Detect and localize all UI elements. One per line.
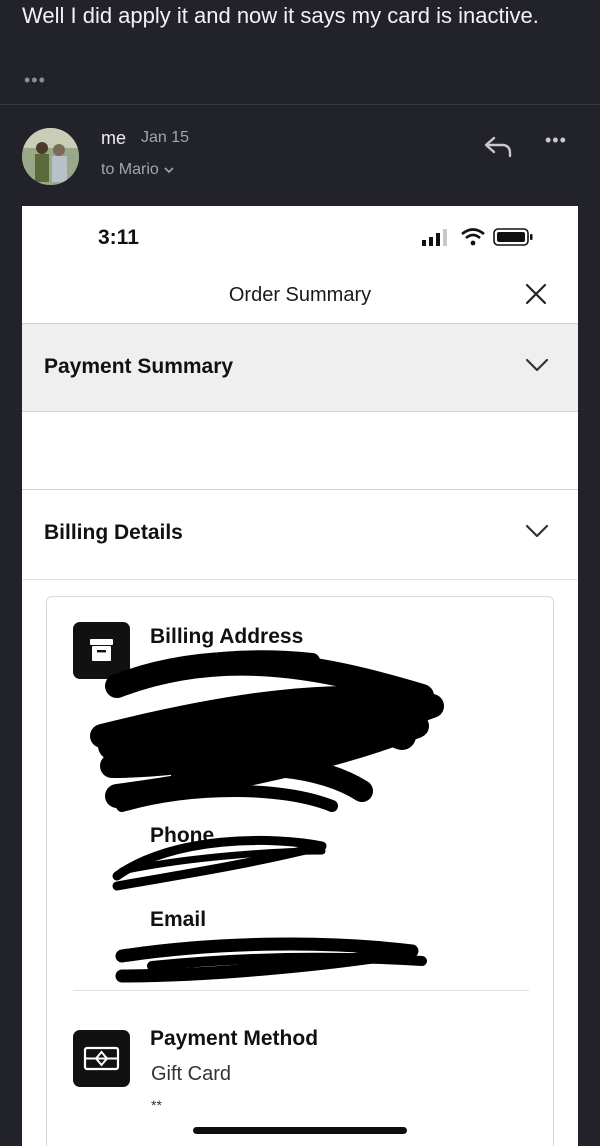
more-options-button[interactable]: ••• — [545, 130, 579, 160]
message-divider — [0, 104, 600, 105]
message-header: me Jan 15 to Mario ••• — [0, 118, 600, 198]
home-indicator — [193, 1127, 407, 1134]
recipient-dropdown[interactable]: to Mario — [101, 161, 175, 179]
redaction-scribble — [90, 650, 444, 983]
attached-screenshot: 3:11 Order Summary Payment Summary Billi… — [22, 206, 578, 1146]
reply-icon — [484, 136, 512, 158]
sender-name: me — [101, 128, 127, 148]
message-date: Jan 15 — [141, 129, 190, 146]
reply-button[interactable] — [482, 132, 516, 162]
previous-message-text: Well I did apply it and now it says my c… — [22, 3, 539, 28]
avatar[interactable] — [22, 128, 79, 185]
show-trimmed-content-button[interactable]: ••• — [24, 70, 46, 91]
chevron-down-icon — [163, 161, 175, 178]
recipient-label: to Mario — [101, 161, 159, 178]
